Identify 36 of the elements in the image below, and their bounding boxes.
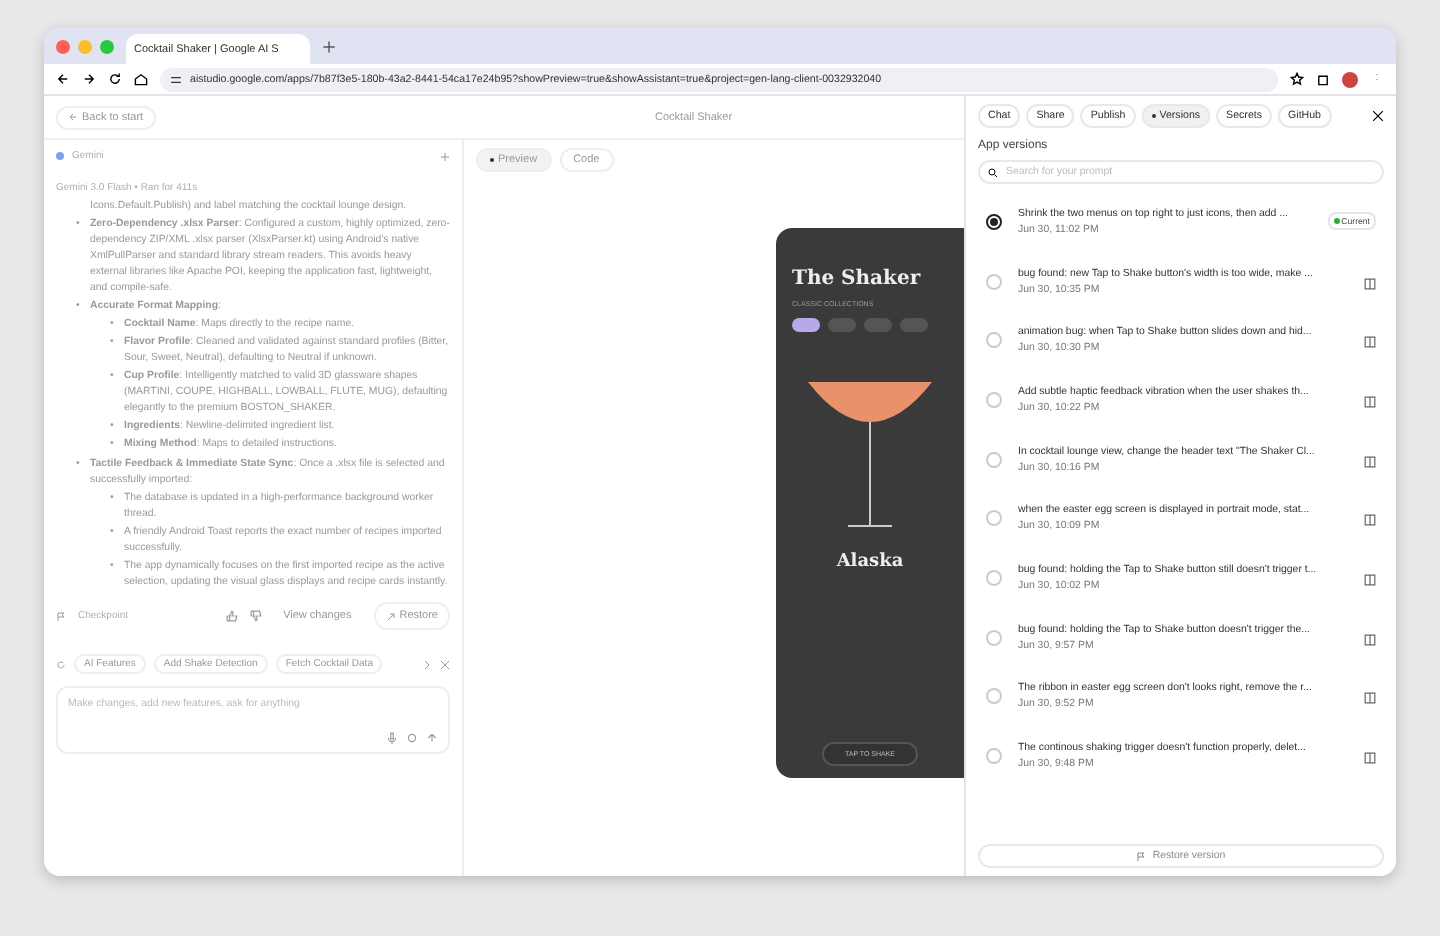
radio-button[interactable] (986, 213, 1002, 230)
back-icon[interactable] (56, 72, 70, 86)
thumbs-up-icon[interactable] (225, 610, 238, 622)
search-icon (988, 167, 998, 177)
compare-icon[interactable] (1364, 277, 1376, 290)
site-settings-icon[interactable] (170, 73, 182, 85)
refresh-icon[interactable] (56, 659, 66, 669)
chevron-right-icon[interactable] (422, 659, 432, 669)
send-icon[interactable] (426, 732, 438, 744)
flag-icon (56, 611, 66, 621)
filter-chip[interactable] (792, 318, 820, 332)
thumbs-down-icon[interactable] (249, 610, 262, 622)
compare-icon[interactable] (1364, 455, 1376, 468)
plus-icon[interactable] (440, 151, 450, 161)
close-icon[interactable] (1372, 110, 1384, 122)
reload-icon[interactable] (108, 72, 122, 86)
maximize-window-button[interactable] (100, 39, 114, 53)
compare-icon[interactable] (1364, 573, 1376, 586)
app-heading: The Shaker (792, 268, 923, 290)
plus-icon[interactable] (322, 40, 336, 54)
compare-icon[interactable] (1364, 752, 1376, 765)
compare-icon[interactable] (1364, 633, 1376, 646)
compare-icon[interactable] (1364, 514, 1376, 527)
cocktail-name: Alaska (834, 552, 906, 572)
forward-icon[interactable] (82, 72, 96, 86)
status-dot-icon (56, 152, 64, 160)
compare-icon[interactable] (1364, 395, 1376, 408)
compare-icon[interactable] (1364, 336, 1376, 349)
avatar-icon[interactable] (1342, 71, 1358, 87)
home-icon[interactable] (134, 72, 148, 86)
restore-icon[interactable] (385, 611, 396, 621)
star-icon[interactable] (1290, 72, 1304, 86)
mic-icon[interactable] (386, 732, 398, 744)
compare-icon[interactable] (1364, 692, 1376, 705)
close-window-button[interactable] (56, 39, 70, 53)
flag-icon (1136, 851, 1147, 861)
